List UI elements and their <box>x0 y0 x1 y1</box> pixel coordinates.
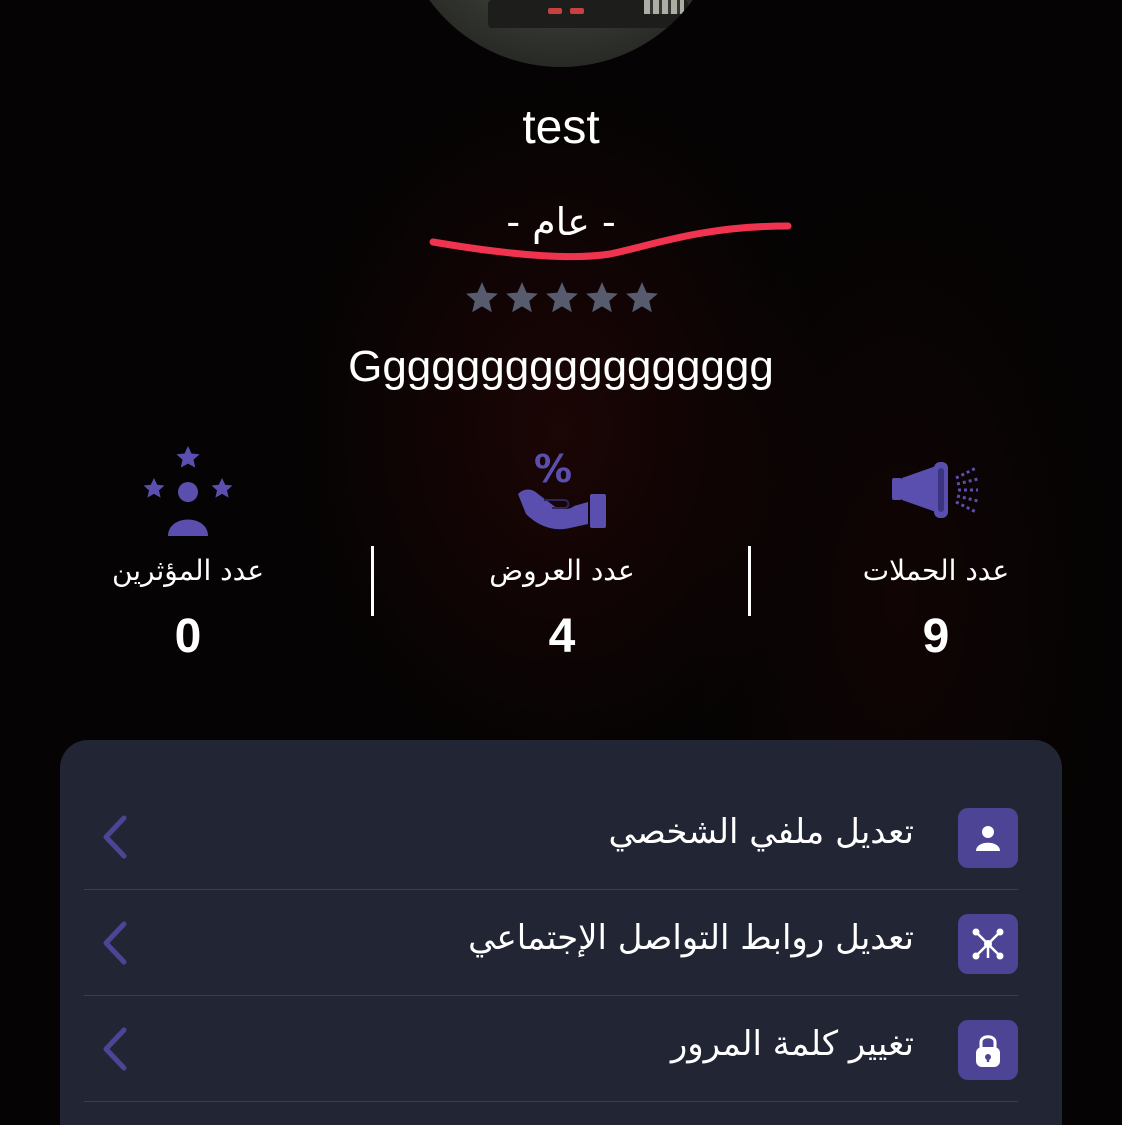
menu-item-icon-box <box>958 1020 1018 1080</box>
lock-icon <box>976 1035 1000 1067</box>
star-icon <box>506 282 538 313</box>
stat-influencers: عدد المؤثرين 0 <box>38 440 338 664</box>
red-underline-annotation <box>429 222 792 261</box>
menu-item-change-password[interactable]: تغيير كلمة المرور <box>84 996 1018 1102</box>
menu-item-edit-profile[interactable]: تعديل ملفي الشخصي <box>84 784 1018 890</box>
network-icon <box>972 928 1004 960</box>
discount-hand-icon: % <box>518 448 606 530</box>
stat-label: عدد العروض <box>489 554 635 587</box>
svg-text:%: % <box>534 448 572 491</box>
menu-item-icon-box <box>958 808 1018 868</box>
chevron-left-icon <box>103 1027 127 1071</box>
user-icon <box>976 826 1000 851</box>
menu-item-label: تعديل ملفي الشخصي <box>608 812 914 852</box>
stat-value: 4 <box>548 610 576 663</box>
star-icon <box>546 282 578 313</box>
rating-stars <box>463 278 661 318</box>
stat-offers: % عدد العروض 4 <box>412 440 712 664</box>
menu-divider <box>84 1101 1018 1102</box>
star-icon <box>586 282 618 313</box>
star-icon <box>466 282 498 313</box>
chevron-left-icon <box>103 921 127 965</box>
stat-value: 9 <box>922 610 950 663</box>
stat-divider <box>371 546 374 616</box>
menu-item-label: تعديل روابط التواصل الإجتماعي <box>468 918 914 958</box>
menu-item-edit-social-links[interactable]: تعديل روابط التواصل الإجتماعي <box>84 890 1018 996</box>
menu-item-icon-box <box>958 914 1018 974</box>
stat-campaigns: عدد الحملات 9 <box>786 440 1086 664</box>
profile-bio: Ggggggggggggggggg <box>348 342 774 391</box>
star-icon <box>626 282 658 313</box>
stat-label: عدد الحملات <box>862 554 1010 587</box>
stat-value: 0 <box>174 610 202 663</box>
influencer-stars-icon <box>143 446 233 536</box>
stat-label: عدد المؤثرين <box>111 554 265 587</box>
settings-panel: تعديل ملفي الشخصي تعديل روابط التواصل ال… <box>60 740 1062 1125</box>
menu-item-label: تغيير كلمة المرور <box>670 1024 914 1064</box>
stat-divider <box>748 546 751 616</box>
megaphone-icon <box>892 462 979 518</box>
chevron-left-icon <box>103 815 127 859</box>
